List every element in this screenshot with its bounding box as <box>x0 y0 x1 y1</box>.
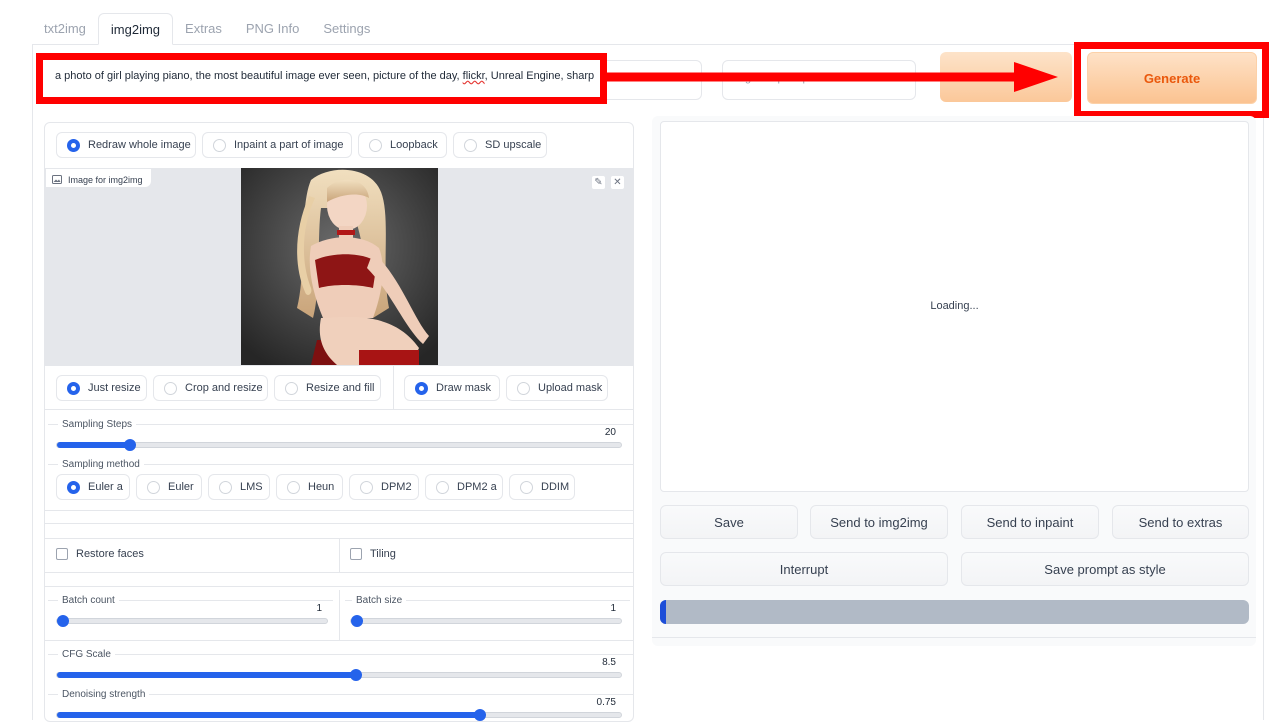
divider <box>45 640 634 641</box>
send-to-img2img-button[interactable]: Send to img2img <box>810 505 948 539</box>
frame-border-right <box>1263 44 1264 720</box>
sampler-dpm2[interactable]: DPM2 <box>349 474 419 500</box>
mask-upload-mask[interactable]: Upload mask <box>506 375 608 401</box>
mode-redraw-whole-image[interactable]: Redraw whole image <box>56 132 196 158</box>
checkbox-icon <box>56 548 68 560</box>
group-border <box>48 654 633 655</box>
tab-settings[interactable]: Settings <box>311 13 382 45</box>
radio-unselected-icon <box>147 480 160 494</box>
resize-just-resize[interactable]: Just resize <box>56 375 147 401</box>
batch-size-value[interactable]: 1 <box>564 603 616 614</box>
mask-draw-mask[interactable]: Draw mask <box>404 375 500 401</box>
checkbox-icon <box>350 548 362 560</box>
tiling-checkbox[interactable]: Tiling <box>350 548 396 560</box>
divider <box>652 637 1256 638</box>
divider <box>45 409 634 410</box>
radio-unselected-icon <box>164 381 177 395</box>
radio-selected-icon <box>67 381 80 395</box>
output-gallery: Loading... <box>660 121 1249 492</box>
batch-count-slider[interactable] <box>56 615 328 627</box>
divider <box>45 365 634 366</box>
divider <box>45 586 634 587</box>
sampling-steps-value[interactable]: 20 <box>560 427 616 438</box>
divider <box>45 523 634 524</box>
resize-crop-and-resize[interactable]: Crop and resize <box>153 375 268 401</box>
send-to-inpaint-button[interactable]: Send to inpaint <box>961 505 1099 539</box>
close-icon[interactable]: ✕ <box>610 175 625 190</box>
uploaded-image <box>241 168 438 365</box>
restore-faces-checkbox[interactable]: Restore faces <box>56 548 144 560</box>
radio-unselected-icon <box>464 138 477 152</box>
generate-button[interactable]: Generate <box>1087 52 1257 104</box>
sampling-steps-label: Sampling Steps <box>58 419 137 430</box>
resize-resize-and-fill[interactable]: Resize and fill <box>274 375 381 401</box>
sampler-euler[interactable]: Euler <box>136 474 202 500</box>
divider <box>339 538 340 572</box>
slider-thumb[interactable] <box>351 615 363 627</box>
mode-inpaint[interactable]: Inpaint a part of image <box>202 132 352 158</box>
radio-selected-icon <box>67 480 80 494</box>
prompt-input[interactable]: a photo of girl playing piano, the most … <box>36 53 607 104</box>
save-prompt-as-style-button[interactable]: Save prompt as style <box>961 552 1249 586</box>
slider-thumb[interactable] <box>474 709 486 721</box>
radio-unselected-icon <box>285 381 298 395</box>
divider <box>339 590 340 640</box>
divider <box>393 366 394 410</box>
image-icon <box>52 175 62 184</box>
tab-img2img[interactable]: img2img <box>97 13 174 45</box>
batch-size-slider[interactable] <box>350 615 622 627</box>
divider <box>45 572 634 573</box>
radio-unselected-icon <box>520 480 533 494</box>
sampler-ddim[interactable]: DDIM <box>509 474 575 500</box>
save-button[interactable]: Save <box>660 505 798 539</box>
batch-size-label: Batch size <box>352 595 407 606</box>
sampler-heun[interactable]: Heun <box>276 474 343 500</box>
batch-count-label: Batch count <box>58 595 119 606</box>
radio-selected-icon <box>415 381 428 395</box>
radio-selected-icon <box>67 138 80 152</box>
progress-fill <box>660 600 666 624</box>
radio-unselected-icon <box>287 480 300 494</box>
radio-unselected-icon <box>369 138 382 152</box>
image-input-label: Image for img2img <box>46 169 151 187</box>
radio-unselected-icon <box>517 381 530 395</box>
mode-sd-upscale[interactable]: SD upscale <box>453 132 547 158</box>
radio-unselected-icon <box>360 480 373 494</box>
slider-fill <box>57 712 480 718</box>
pencil-icon[interactable]: ✎ <box>591 175 606 190</box>
progress-bar <box>660 600 1249 624</box>
interrupt-button[interactable]: Interrupt <box>660 552 948 586</box>
slider-fill <box>57 442 131 448</box>
denoising-strength-label: Denoising strength <box>58 689 150 700</box>
cfg-scale-label: CFG Scale <box>58 649 115 660</box>
sampling-steps-slider[interactable] <box>56 439 622 451</box>
divider <box>45 510 634 511</box>
slider-thumb[interactable] <box>57 615 69 627</box>
denoising-strength-value[interactable]: 0.75 <box>560 697 616 708</box>
annotation-arrow <box>606 62 1058 92</box>
radio-unselected-icon <box>213 138 226 152</box>
radio-unselected-icon <box>219 480 232 494</box>
prompt-text: a photo of girl playing piano, the most … <box>55 70 595 82</box>
loading-text: Loading... <box>930 300 979 312</box>
tab-bar: txt2img img2img Extras PNG Info Settings <box>32 13 382 45</box>
denoising-strength-slider[interactable] <box>56 709 622 721</box>
radio-unselected-icon <box>436 480 449 494</box>
batch-count-value[interactable]: 1 <box>270 603 322 614</box>
sampler-euler-a[interactable]: Euler a <box>56 474 130 500</box>
spellcheck-flagged-word: flickr <box>462 70 485 82</box>
slider-thumb[interactable] <box>349 669 362 681</box>
sampler-dpm2-a[interactable]: DPM2 a <box>425 474 503 500</box>
cfg-scale-slider[interactable] <box>56 669 622 681</box>
send-to-extras-button[interactable]: Send to extras <box>1112 505 1249 539</box>
cfg-scale-value[interactable]: 8.5 <box>560 657 616 668</box>
sampling-method-label: Sampling method <box>58 459 144 470</box>
tab-extras[interactable]: Extras <box>173 13 234 45</box>
tab-png-info[interactable]: PNG Info <box>234 13 311 45</box>
frame-border-left <box>32 44 33 720</box>
mode-loopback[interactable]: Loopback <box>358 132 447 158</box>
sampler-lms[interactable]: LMS <box>208 474 270 500</box>
slider-fill <box>57 672 356 678</box>
tab-txt2img[interactable]: txt2img <box>32 13 98 45</box>
